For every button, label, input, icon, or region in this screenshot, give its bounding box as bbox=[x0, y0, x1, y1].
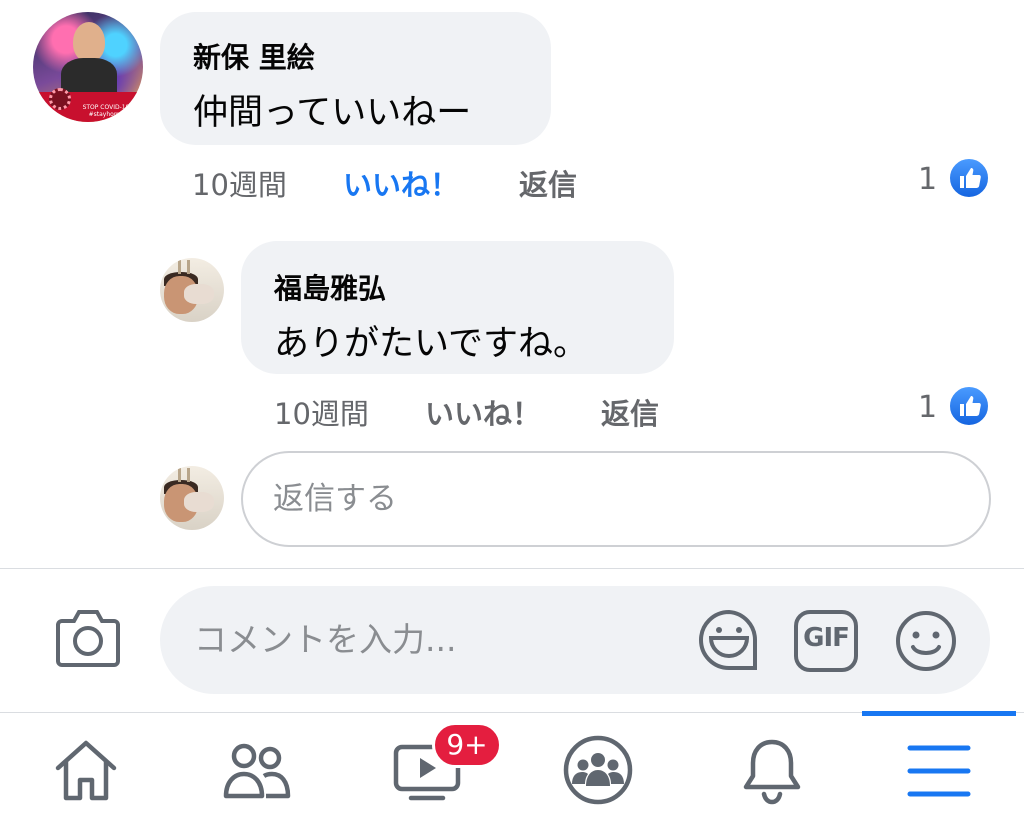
groups-icon[interactable] bbox=[562, 734, 634, 810]
comment-text: 仲間っていいねー bbox=[193, 93, 472, 133]
reply-input-container[interactable] bbox=[241, 451, 991, 547]
reply-input[interactable] bbox=[273, 471, 953, 527]
comment-author[interactable]: 新保 里絵 bbox=[193, 36, 315, 76]
virus-icon bbox=[49, 88, 71, 110]
comment-timestamp[interactable]: 10週間 bbox=[192, 162, 287, 204]
reply-reaction-count[interactable]: 1 bbox=[918, 390, 937, 425]
reply-bubble[interactable]: 福島雅弘 ありがたいですね。 bbox=[241, 241, 674, 374]
comment-input[interactable] bbox=[194, 610, 674, 668]
avatar-face bbox=[73, 22, 105, 62]
comment-reply-button[interactable]: 返信 bbox=[519, 162, 577, 204]
replier-avatar[interactable] bbox=[160, 258, 224, 322]
avatar-frame-caption: STOP COVID-19 #stayhome bbox=[82, 104, 130, 118]
sticker-icon[interactable] bbox=[697, 608, 761, 676]
home-icon[interactable] bbox=[52, 738, 120, 806]
comment-reaction-count[interactable]: 1 bbox=[918, 162, 937, 197]
reply-author[interactable]: 福島雅弘 bbox=[274, 267, 386, 307]
avatar-hand bbox=[184, 284, 214, 304]
like-reaction-icon[interactable] bbox=[948, 157, 990, 199]
gif-icon[interactable]: GIF bbox=[794, 610, 858, 676]
like-reaction-icon[interactable] bbox=[948, 385, 990, 427]
active-tab-indicator bbox=[862, 711, 1016, 716]
reply-timestamp[interactable]: 10週間 bbox=[274, 391, 369, 433]
thumbs-up-icon bbox=[960, 396, 981, 416]
comment-composer[interactable]: GIF bbox=[160, 586, 990, 694]
avatar-antlers bbox=[178, 468, 190, 482]
reply-like-button[interactable]: いいね！ bbox=[425, 391, 541, 433]
thumbs-up-icon bbox=[960, 168, 981, 188]
avatar-hand bbox=[184, 492, 214, 512]
composer-divider-top bbox=[0, 568, 1024, 569]
commenter-avatar[interactable]: STOP COVID-19 #stayhome bbox=[33, 12, 143, 122]
emoji-icon[interactable] bbox=[894, 609, 958, 677]
gif-label: GIF bbox=[803, 623, 850, 653]
comment-like-button[interactable]: いいね！ bbox=[343, 162, 459, 204]
friends-icon[interactable] bbox=[222, 740, 292, 804]
current-user-avatar bbox=[160, 466, 224, 530]
bell-icon[interactable] bbox=[740, 736, 804, 810]
avatar-antlers bbox=[178, 260, 190, 274]
watch-notification-badge: 9+ bbox=[432, 722, 502, 768]
menu-icon[interactable] bbox=[907, 743, 971, 803]
reply-reply-button[interactable]: 返信 bbox=[601, 391, 659, 433]
comment-bubble[interactable]: 新保 里絵 仲間っていいねー bbox=[160, 12, 551, 145]
camera-icon[interactable] bbox=[54, 607, 122, 673]
reply-text: ありがたいですね。 bbox=[274, 324, 588, 364]
